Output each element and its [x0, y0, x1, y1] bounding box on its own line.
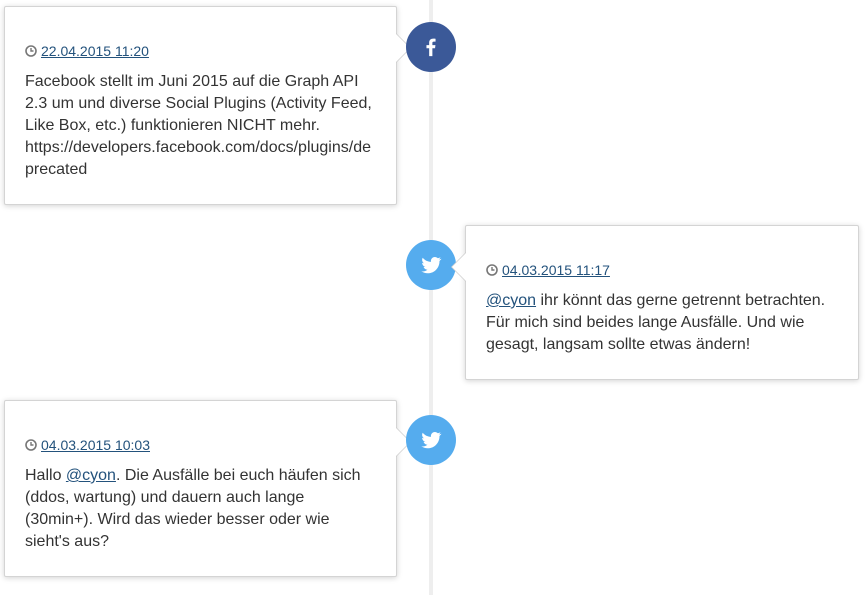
post-text-prefix: Hallo [25, 467, 66, 484]
post-meta: 04.03.2015 10:03 [25, 437, 376, 453]
post-text: Hallo @cyon. Die Ausfälle bei euch häufe… [25, 465, 376, 553]
facebook-badge [406, 22, 456, 72]
clock-icon [25, 439, 37, 451]
post-meta: 04.03.2015 11:17 [486, 262, 838, 278]
post-text: @cyon ihr könnt das gerne getrennt betra… [486, 290, 838, 356]
timeline-post: 04.03.2015 10:03 Hallo @cyon. Die Ausfäl… [4, 400, 411, 577]
timeline-post: 04.03.2015 11:17 @cyon ihr könnt das ger… [451, 225, 859, 380]
mention-link[interactable]: @cyon [486, 292, 536, 309]
post-date-link[interactable]: 04.03.2015 11:17 [502, 262, 610, 278]
timeline-line [429, 0, 433, 595]
post-date-link[interactable]: 22.04.2015 11:20 [41, 43, 149, 59]
twitter-icon [421, 432, 442, 449]
twitter-badge [406, 415, 456, 465]
twitter-badge [406, 240, 456, 290]
timeline-post: 22.04.2015 11:20 Facebook stellt im Juni… [4, 6, 411, 205]
post-date-link[interactable]: 04.03.2015 10:03 [41, 437, 150, 453]
mention-link[interactable]: @cyon [66, 467, 116, 484]
facebook-icon [426, 38, 436, 57]
twitter-icon [421, 257, 442, 274]
card-arrow [451, 252, 466, 282]
post-text-body: ihr könnt das gerne getrennt betrachten.… [486, 292, 826, 353]
post-meta: 22.04.2015 11:20 [25, 43, 376, 59]
clock-icon [486, 264, 498, 276]
clock-icon [25, 45, 37, 57]
post-text: Facebook stellt im Juni 2015 auf die Gra… [25, 73, 372, 178]
timeline: 22.04.2015 11:20 Facebook stellt im Juni… [0, 0, 868, 595]
